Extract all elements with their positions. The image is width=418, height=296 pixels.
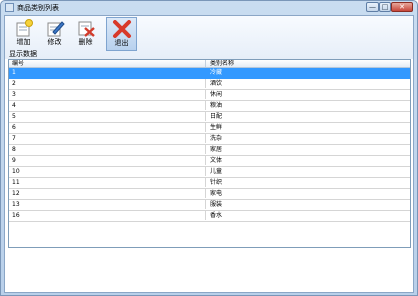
client-area: 增加 修改 删除 退出 显示数据 编号 类别名称 1 冷藏 2 酒饮 3 休闲 …: [4, 15, 414, 293]
toolbar: 增加 修改 删除 退出 显示数据: [5, 16, 413, 59]
table-row[interactable]: 16 香水: [9, 211, 410, 222]
maximize-button[interactable]: □: [379, 2, 391, 12]
cell-category-name[interactable]: 休闲: [210, 90, 222, 99]
cell-id[interactable]: 8: [12, 145, 16, 154]
close-button[interactable]: ✕: [391, 2, 413, 12]
minimize-button[interactable]: —: [366, 2, 379, 12]
cell-category-name[interactable]: 冷藏: [210, 68, 222, 77]
cell-id[interactable]: 12: [12, 189, 20, 198]
table-row[interactable]: 4 粮油: [9, 101, 410, 112]
row-divider: [205, 68, 206, 77]
exit-icon: [112, 20, 131, 38]
cell-category-name[interactable]: 粮油: [210, 101, 222, 110]
row-divider: [205, 145, 206, 154]
table-row[interactable]: 7 洗杂: [9, 134, 410, 145]
exit-button[interactable]: 退出: [106, 17, 137, 51]
app-icon: [5, 3, 14, 12]
row-divider: [205, 189, 206, 198]
row-divider: [205, 156, 206, 165]
cell-category-name[interactable]: 洗杂: [210, 134, 222, 143]
add-icon: [16, 19, 33, 37]
cell-category-name[interactable]: 家居: [210, 145, 222, 154]
add-button[interactable]: 增加: [9, 17, 38, 51]
table-row[interactable]: 5 日配: [9, 112, 410, 123]
cell-category-name[interactable]: 生鲜: [210, 123, 222, 132]
title-bar: 商品类别列表 — □ ✕: [1, 1, 417, 15]
table-row[interactable]: 9 文体: [9, 156, 410, 167]
cell-category-name[interactable]: 酒饮: [210, 79, 222, 88]
row-divider: [205, 211, 206, 220]
delete-icon: [78, 21, 95, 37]
column-header-id[interactable]: 编号: [12, 60, 24, 67]
cell-category-name[interactable]: 服装: [210, 200, 222, 209]
cell-id[interactable]: 5: [12, 112, 16, 121]
cell-id[interactable]: 16: [12, 211, 20, 220]
edit-icon: [47, 21, 65, 37]
cell-category-name[interactable]: 文体: [210, 156, 222, 165]
cell-category-name[interactable]: 儿童: [210, 167, 222, 176]
row-divider: [205, 90, 206, 99]
cell-id[interactable]: 2: [12, 79, 16, 88]
table-row[interactable]: 3 休闲: [9, 90, 410, 101]
delete-label: 删除: [78, 38, 93, 46]
table-row[interactable]: 12 家电: [9, 189, 410, 200]
edit-label: 修改: [47, 38, 62, 46]
cell-category-name[interactable]: 家电: [210, 189, 222, 198]
table-row[interactable]: 6 生鲜: [9, 123, 410, 134]
delete-button[interactable]: 删除: [71, 17, 100, 51]
status-text: 显示数据: [9, 50, 37, 58]
row-divider: [205, 167, 206, 176]
row-divider: [205, 178, 206, 187]
cell-id[interactable]: 1: [12, 68, 16, 77]
cell-id[interactable]: 3: [12, 90, 16, 99]
data-grid[interactable]: 编号 类别名称 1 冷藏 2 酒饮 3 休闲 4 粮油 5 日配 6 生鲜 7 洗杂 8 家居 9 文体 10 儿童 1…: [8, 59, 411, 248]
cell-id[interactable]: 13: [12, 200, 20, 209]
table-row[interactable]: 13 服装: [9, 200, 410, 211]
row-divider: [205, 101, 206, 110]
column-header-category-name[interactable]: 类别名称: [210, 60, 234, 67]
row-divider: [205, 79, 206, 88]
column-divider[interactable]: [205, 60, 206, 67]
cell-id[interactable]: 11: [12, 178, 20, 187]
add-label: 增加: [16, 38, 31, 46]
main-window: 商品类别列表 — □ ✕ 增加 修改 删除 退出 显示数据 编号 类别名称 1 …: [0, 0, 418, 296]
cell-id[interactable]: 6: [12, 123, 16, 132]
row-divider: [205, 134, 206, 143]
cell-category-name[interactable]: 针织: [210, 178, 222, 187]
cell-id[interactable]: 7: [12, 134, 16, 143]
cell-id[interactable]: 10: [12, 167, 20, 176]
edit-button[interactable]: 修改: [40, 17, 69, 51]
cell-category-name[interactable]: 香水: [210, 211, 222, 220]
row-divider: [205, 200, 206, 209]
grid-header: 编号 类别名称: [9, 60, 410, 68]
exit-label: 退出: [114, 39, 129, 47]
table-row[interactable]: 11 针织: [9, 178, 410, 189]
table-row[interactable]: 2 酒饮: [9, 79, 410, 90]
cell-id[interactable]: 9: [12, 156, 16, 165]
row-divider: [205, 112, 206, 121]
table-row[interactable]: 10 儿童: [9, 167, 410, 178]
cell-category-name[interactable]: 日配: [210, 112, 222, 121]
row-divider: [205, 123, 206, 132]
table-row[interactable]: 1 冷藏: [9, 68, 410, 79]
cell-id[interactable]: 4: [12, 101, 16, 110]
table-row[interactable]: 8 家居: [9, 145, 410, 156]
window-title: 商品类别列表: [17, 4, 59, 12]
